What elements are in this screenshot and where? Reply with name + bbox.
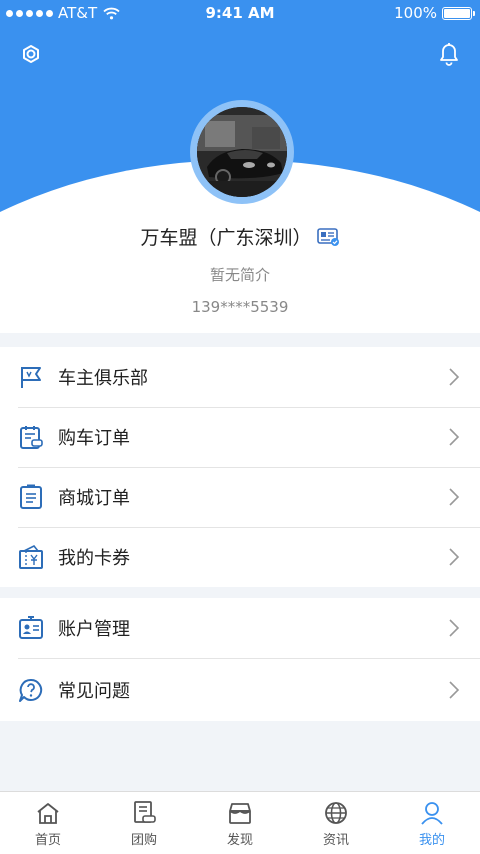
globe-icon bbox=[325, 802, 347, 824]
battery-icon bbox=[442, 6, 475, 20]
home-icon bbox=[37, 803, 59, 824]
car-order-icon bbox=[20, 426, 43, 449]
chevron-right-icon bbox=[449, 619, 460, 637]
menu-label-mall-orders: 商城订单 bbox=[58, 488, 130, 509]
menu-label-owner-club: 车主俱乐部 bbox=[58, 368, 148, 389]
tab-label-news: 资讯 bbox=[322, 833, 349, 848]
person-icon bbox=[421, 802, 443, 825]
tab-mine[interactable]: 我的 bbox=[384, 792, 480, 854]
menu-group-main: 车主俱乐部 购车订单 商城订单 我的卡券 bbox=[0, 347, 480, 587]
bell-icon[interactable] bbox=[435, 40, 463, 68]
question-bubble-icon bbox=[19, 678, 43, 702]
verified-badge-icon bbox=[316, 227, 339, 246]
menu-label-coupons: 我的卡券 bbox=[58, 548, 130, 569]
menu-item-car-orders[interactable]: 购车订单 bbox=[0, 407, 480, 467]
menu-label-account-management: 账户管理 bbox=[58, 619, 130, 640]
status-right: 100% bbox=[394, 4, 475, 22]
tab-news[interactable]: 资讯 bbox=[288, 792, 384, 854]
profile-name: 万车盟（广东深圳） bbox=[140, 227, 312, 249]
car-photo-icon bbox=[197, 107, 287, 197]
tab-discover[interactable]: 发现 bbox=[192, 792, 288, 854]
id-card-icon bbox=[19, 616, 43, 639]
chevron-right-icon bbox=[449, 368, 460, 386]
battery-percent: 100% bbox=[394, 4, 437, 22]
tab-label-group-buy: 团购 bbox=[130, 833, 157, 848]
tab-label-mine: 我的 bbox=[418, 833, 445, 848]
coupon-icon bbox=[19, 544, 43, 569]
tab-bar: 首页 团购 发现 资讯 我的 bbox=[0, 791, 480, 854]
tab-group-buy[interactable]: 团购 bbox=[96, 792, 192, 854]
chevron-right-icon bbox=[449, 428, 460, 446]
discover-icon bbox=[229, 803, 251, 824]
clipboard-icon bbox=[20, 484, 42, 509]
tab-label-home: 首页 bbox=[34, 833, 61, 848]
profile-bio: 暂无简介 bbox=[209, 266, 270, 284]
settings-icon[interactable] bbox=[17, 40, 45, 68]
menu-label-faq: 常见问题 bbox=[58, 680, 130, 702]
menu-label-car-orders: 购车订单 bbox=[58, 428, 130, 449]
tab-label-discover: 发现 bbox=[226, 833, 253, 848]
group-buy-icon bbox=[134, 801, 156, 823]
tab-home[interactable]: 首页 bbox=[0, 792, 96, 854]
status-bar: AT&T 9:41 AM 100% bbox=[0, 0, 480, 28]
menu-item-coupons[interactable]: 我的卡券 bbox=[0, 527, 480, 587]
menu-item-owner-club[interactable]: 车主俱乐部 bbox=[0, 347, 480, 407]
flag-icon bbox=[21, 367, 41, 388]
menu-item-mall-orders[interactable]: 商城订单 bbox=[0, 467, 480, 527]
menu-group-account: 账户管理 常见问题 bbox=[0, 598, 480, 721]
avatar bbox=[197, 107, 287, 197]
chevron-right-icon bbox=[449, 548, 460, 566]
profile-phone: 139****5539 bbox=[191, 298, 289, 316]
menu-item-faq[interactable]: 常见问题 bbox=[0, 658, 480, 721]
avatar-ring[interactable] bbox=[190, 100, 294, 204]
profile-name-row: 万车盟（广东深圳） bbox=[0, 223, 480, 250]
menu-item-account-management[interactable]: 账户管理 bbox=[0, 598, 480, 658]
profile-area bbox=[0, 250, 480, 333]
chevron-right-icon bbox=[449, 488, 460, 506]
chevron-right-icon bbox=[449, 680, 460, 699]
